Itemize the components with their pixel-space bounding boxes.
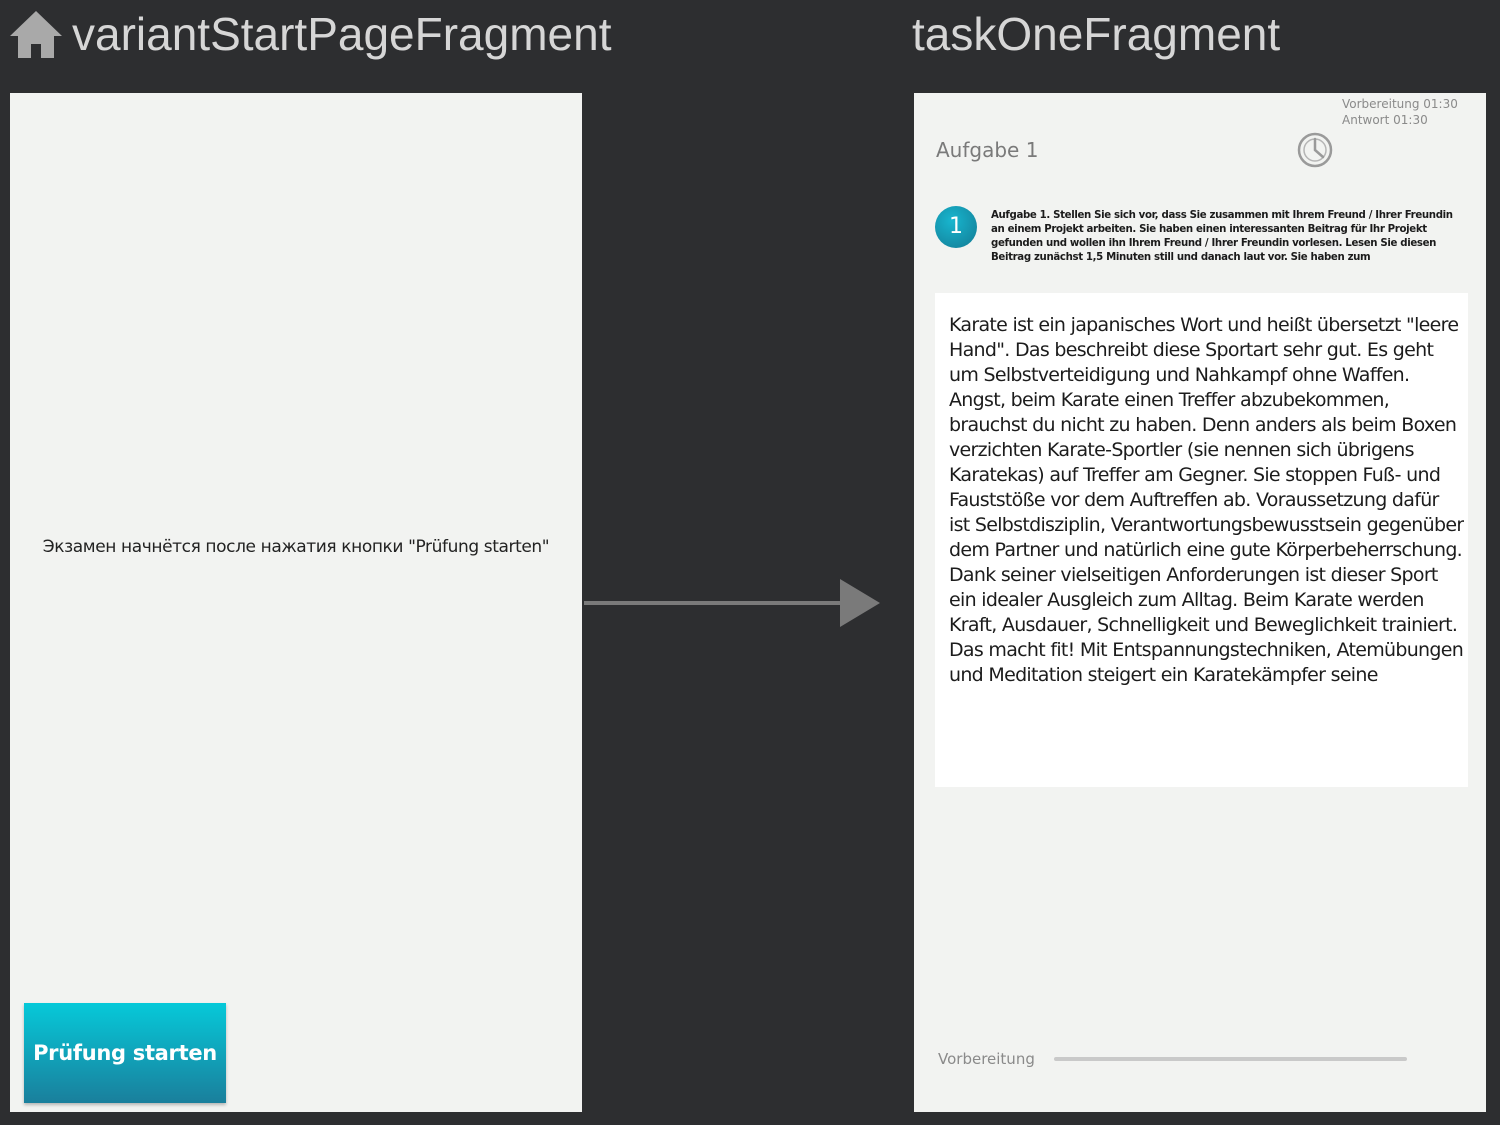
task-page-screen: Vorbereitung 01:30 Antwort 01:30 Aufgabe… xyxy=(914,93,1486,1112)
start-message: Экзамен начнётся после нажатия кнопки "P… xyxy=(42,537,550,557)
task-instruction: Aufgabe 1. Stellen Sie sich vor, dass Si… xyxy=(991,210,1453,263)
start-exam-button[interactable]: Prüfung starten xyxy=(24,1003,226,1103)
start-page-screen: Экзамен начнётся после нажатия кнопки "P… xyxy=(10,93,582,1112)
reading-card[interactable]: Karate ist ein japanisches Wort und heiß… xyxy=(935,293,1468,787)
timer-icon xyxy=(1297,132,1333,168)
task-page-caption: taskOneFragment xyxy=(912,8,1281,60)
reading-text: Karate ist ein japanisches Wort und heiß… xyxy=(949,314,1464,686)
start-page-caption: variantStartPageFragment xyxy=(8,6,612,62)
answer-timer: Antwort 01:30 xyxy=(1342,113,1428,127)
progress-label: Vorbereitung xyxy=(938,1050,1035,1068)
start-page-caption-text: variantStartPageFragment xyxy=(72,8,612,60)
preparation-timer: Vorbereitung 01:30 xyxy=(1342,97,1458,111)
arrow-right-icon xyxy=(584,579,880,627)
home-icon xyxy=(10,11,62,58)
task-title: Aufgabe 1 xyxy=(936,138,1039,162)
task-number-badge: 1 xyxy=(935,206,977,248)
timers: Vorbereitung 01:30 Antwort 01:30 xyxy=(1342,96,1458,128)
progress-bar xyxy=(1054,1057,1407,1061)
